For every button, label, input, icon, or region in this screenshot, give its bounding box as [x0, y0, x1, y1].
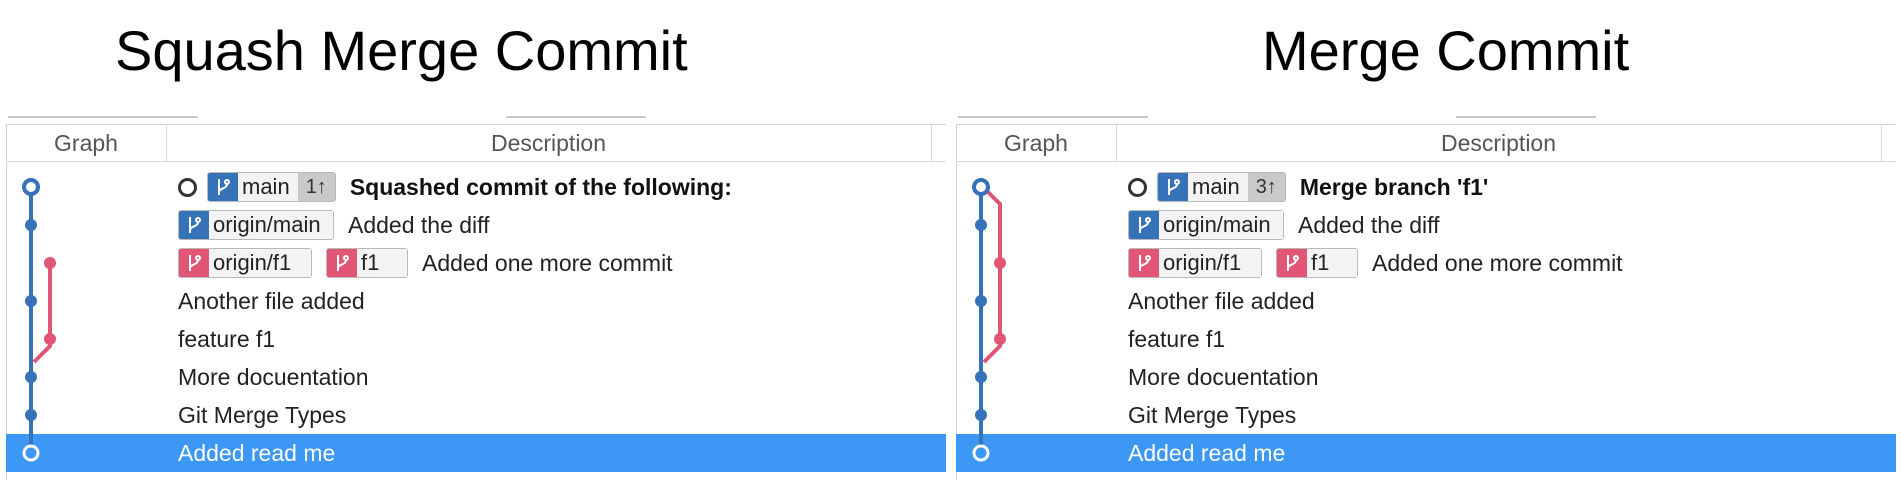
- branch-name: main: [238, 173, 298, 201]
- git-branch-icon: [327, 249, 357, 277]
- branch-name: main: [1188, 173, 1248, 201]
- commit-node[interactable]: [22, 178, 40, 196]
- branch-tag-origin-f1[interactable]: origin/f1: [1128, 248, 1262, 278]
- commit-node[interactable]: [25, 409, 37, 421]
- git-branch-icon: [1129, 211, 1159, 239]
- commit-message: Added read me: [1128, 439, 1286, 466]
- commit-message: feature f1: [1128, 325, 1226, 352]
- commit-message: Added the diff: [348, 211, 490, 238]
- branch-name: origin/main: [1159, 211, 1283, 239]
- commit-node[interactable]: [22, 444, 40, 462]
- branch-name: origin/f1: [209, 249, 311, 277]
- commit-message: More docuentation: [1128, 363, 1319, 390]
- branch-tag-origin-main[interactable]: origin/main: [178, 210, 334, 240]
- git-branch-icon: [179, 211, 209, 239]
- commit-graph: [22, 178, 56, 462]
- git-branch-icon: [1277, 249, 1307, 277]
- commit-node[interactable]: [975, 295, 987, 307]
- commit-message: Git Merge Types: [178, 401, 347, 428]
- commit-node[interactable]: [44, 257, 56, 269]
- git-log-panel-merge: Graph Description main 3↑ Merge branch '…: [956, 116, 1896, 480]
- branch-tag-f1[interactable]: f1: [1276, 248, 1358, 278]
- git-branch-icon: [1158, 173, 1188, 201]
- commit-message: Another file added: [178, 287, 365, 314]
- head-marker-icon: [1128, 177, 1147, 197]
- branch-name: f1: [357, 249, 407, 277]
- commit-node[interactable]: [975, 219, 987, 231]
- commit-message: Git Merge Types: [1128, 401, 1297, 428]
- commit-node[interactable]: [975, 371, 987, 383]
- branch-name: f1: [1307, 249, 1357, 277]
- commit-node[interactable]: [994, 257, 1006, 269]
- head-marker-icon: [178, 177, 197, 197]
- commit-message: Added one more commit: [1372, 249, 1623, 276]
- commit-message: Added one more commit: [422, 249, 673, 276]
- commit-message: feature f1: [178, 325, 276, 352]
- git-branch-icon: [208, 173, 238, 201]
- branch-tag-origin-main[interactable]: origin/main: [1128, 210, 1284, 240]
- commit-message: Merge branch 'f1': [1299, 173, 1489, 200]
- branch-name: origin/main: [209, 211, 333, 239]
- panel-title-merge: Merge Commit: [1262, 19, 1630, 82]
- branch-name: origin/f1: [1159, 249, 1261, 277]
- ahead-count: 1↑: [297, 173, 335, 201]
- commit-node[interactable]: [994, 333, 1006, 345]
- branch-tag-main[interactable]: main 1↑: [207, 172, 336, 202]
- commit-message: Squashed commit of the following:: [349, 173, 732, 200]
- column-header-description[interactable]: Description: [1116, 125, 1882, 161]
- branch-tag-f1[interactable]: f1: [326, 248, 408, 278]
- git-log-panel-squash: Graph Description main 1↑ Squashed commi…: [6, 116, 946, 480]
- commit-node[interactable]: [25, 295, 37, 307]
- commit-graph: [972, 178, 1006, 462]
- commit-message: More docuentation: [178, 363, 369, 390]
- branch-tag-origin-f1[interactable]: origin/f1: [178, 248, 312, 278]
- commit-message: Added read me: [178, 439, 336, 466]
- tab-underline: [1456, 116, 1596, 118]
- commit-node[interactable]: [972, 178, 990, 196]
- git-branch-icon: [1129, 249, 1159, 277]
- commit-node[interactable]: [44, 333, 56, 345]
- commit-node[interactable]: [25, 371, 37, 383]
- ahead-count: 3↑: [1247, 173, 1285, 201]
- commit-message: Added the diff: [1298, 211, 1440, 238]
- commit-node[interactable]: [975, 409, 987, 421]
- commit-message: Another file added: [1128, 287, 1315, 314]
- commit-node[interactable]: [972, 444, 990, 462]
- git-branch-icon: [179, 249, 209, 277]
- panel-title-squash: Squash Merge Commit: [115, 19, 688, 82]
- branch-tag-main[interactable]: main 3↑: [1157, 172, 1286, 202]
- commit-node[interactable]: [25, 219, 37, 231]
